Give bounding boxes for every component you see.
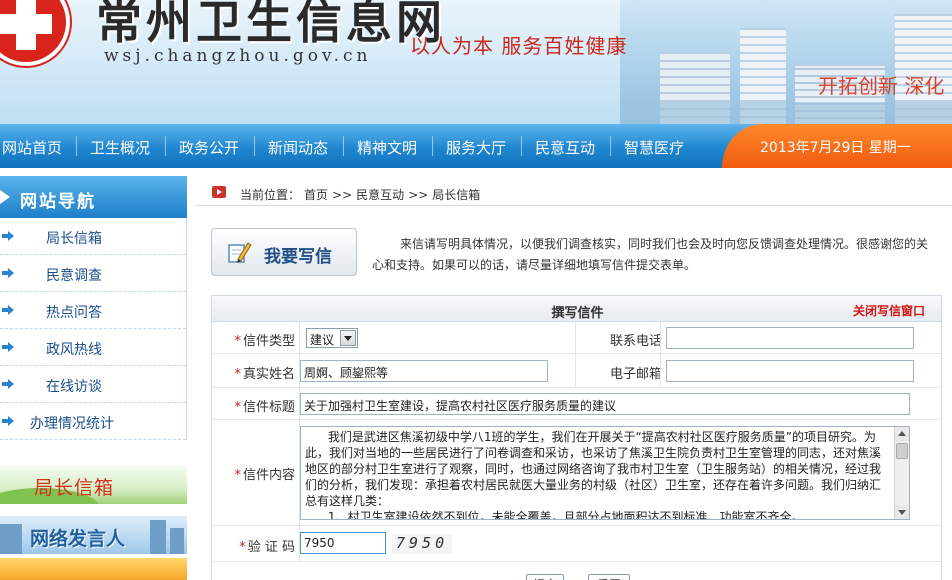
- intro-text: 来信请写明具体情况，以便我们调查核实，同时我们也会及时向您反馈调查处理情况。很感…: [372, 237, 929, 272]
- textarea-scrollbar[interactable]: [894, 427, 909, 519]
- name-label: 真实姓名: [242, 367, 295, 382]
- spokesperson-promo-banner[interactable]: 网络发言人: [0, 516, 187, 554]
- nav-item-service-hall[interactable]: 服务大厅: [446, 137, 506, 158]
- breadcrumb-item-mailbox[interactable]: 局长信箱: [432, 188, 480, 202]
- breadcrumb-item-interaction[interactable]: 民意互动: [356, 188, 404, 202]
- nav-item-civilization[interactable]: 精神文明: [357, 137, 417, 158]
- form-row-actions: 提交 重置: [212, 562, 941, 580]
- form-row-content: * 信件内容 我们是武进区焦溪初级中学八1班的学生，我们在开展关于“提高农村社区医…: [212, 420, 941, 526]
- sidebar-item-statistics[interactable]: 办理情况统计: [0, 403, 186, 440]
- arrow-bullet-icon: [2, 342, 14, 352]
- breadcrumb-separator: >>: [332, 188, 353, 202]
- sidebar-item-label: 在线访谈: [46, 379, 102, 395]
- arrow-bullet-icon: [2, 268, 14, 278]
- write-letter-label: 我要写信: [264, 247, 332, 267]
- letter-form: 撰写信件 关闭写信窗口 * 信件类型 建议 联系电话 * 真实姓名 周婀、顾鋆熙等 …: [211, 295, 942, 580]
- arrow-bullet-icon: [2, 379, 14, 389]
- red-cross-logo-icon: [0, 0, 70, 66]
- site-slogan-secondary: 开拓创新 深化: [818, 74, 945, 98]
- sidebar-item-label: 局长信箱: [46, 231, 102, 247]
- content-text: 我们是武进区焦溪初级中学八1班的学生，我们在开展关于“提高农村社区医疗服务质量”…: [305, 430, 882, 520]
- promo-banner-partial[interactable]: [0, 558, 187, 580]
- nav-item-smart-medical[interactable]: 智慧医疗: [624, 137, 684, 158]
- sidebar-item-label: 民意调查: [46, 268, 102, 284]
- email-label: 电子邮箱: [610, 367, 663, 382]
- breadcrumb-separator: >>: [408, 188, 429, 202]
- sidebar-item-faq[interactable]: 热点问答: [0, 292, 186, 329]
- form-title: 撰写信件: [551, 306, 604, 321]
- promo-label: 局长信箱: [34, 477, 115, 499]
- required-mark: *: [234, 400, 241, 415]
- mailbox-promo-banner[interactable]: 局长信箱: [0, 466, 187, 504]
- content-textarea[interactable]: 我们是武进区焦溪初级中学八1班的学生，我们在开展关于“提高农村社区医疗服务质量”…: [300, 426, 910, 520]
- site-banner: 常州卫生信息网 wsj.changzhou.gov.cn 以人为本 服务百姓健康…: [0, 0, 952, 124]
- required-mark: *: [239, 540, 246, 555]
- type-label: 信件类型: [242, 334, 295, 349]
- subject-input[interactable]: 关于加强村卫生室建设，提高农村社区医疗服务质量的建议: [300, 393, 910, 415]
- sidebar-item-mailbox[interactable]: 局长信箱: [0, 218, 186, 255]
- captcha-input[interactable]: 7950: [300, 532, 386, 554]
- real-name-input[interactable]: 周婀、顾鋆熙等: [300, 360, 548, 382]
- scroll-thumb[interactable]: [896, 443, 908, 459]
- nav-item-news[interactable]: 新闻动态: [268, 137, 328, 158]
- city-skyline-image: [620, 0, 952, 124]
- site-domain: wsj.changzhou.gov.cn: [104, 46, 372, 66]
- nav-item-overview[interactable]: 卫生概况: [90, 137, 150, 158]
- subject-label: 信件标题: [242, 400, 295, 415]
- nav-item-gov-affairs[interactable]: 政务公开: [179, 137, 239, 158]
- phone-input[interactable]: [666, 327, 914, 349]
- form-row-name: * 真实姓名 周婀、顾鋆熙等 电子邮箱: [212, 354, 941, 388]
- form-row-subject: * 信件标题 关于加强村卫生室建设，提高农村社区医疗服务质量的建议: [212, 388, 941, 420]
- required-mark: *: [234, 334, 241, 349]
- write-letter-button[interactable]: 我要写信: [211, 228, 357, 276]
- sidebar-list: 局长信箱 民意调查 热点问答 政风热线 在线访谈 办理情况统计: [0, 218, 187, 440]
- site-slogan: 以人为本 服务百姓健康: [410, 34, 628, 58]
- arrow-bullet-icon: [2, 231, 14, 241]
- scroll-up-icon[interactable]: [895, 427, 909, 441]
- sidebar-item-hotline[interactable]: 政风热线: [0, 329, 186, 366]
- sidebar-item-interview[interactable]: 在线访谈: [0, 366, 186, 403]
- nav-item-public-interaction[interactable]: 民意互动: [535, 137, 595, 158]
- scroll-down-icon[interactable]: [895, 505, 909, 519]
- letter-type-value: 建议: [310, 333, 335, 347]
- required-mark: *: [234, 468, 241, 483]
- arrow-bullet-icon: [2, 305, 14, 315]
- arrow-right-icon: [0, 190, 10, 204]
- sidebar-item-survey[interactable]: 民意调查: [0, 255, 186, 292]
- sidebar-item-label: 政风热线: [46, 342, 102, 358]
- breadcrumb-item-home[interactable]: 首页: [304, 188, 328, 202]
- site-title: 常州卫生信息网: [96, 0, 446, 49]
- captcha-image[interactable]: 7950: [392, 534, 452, 554]
- breadcrumb-prefix: 当前位置：: [240, 188, 301, 202]
- captcha-label: 验 证 码: [247, 540, 295, 555]
- arrow-bullet-icon: [2, 416, 14, 426]
- phone-label: 联系电话: [610, 334, 663, 349]
- breadcrumb: 当前位置： 首页 >> 民意互动 >> 局长信箱: [196, 180, 952, 206]
- required-mark: *: [234, 367, 241, 382]
- chevron-down-icon: [340, 330, 356, 346]
- email-input[interactable]: [666, 360, 914, 382]
- content-label: 信件内容: [242, 468, 295, 483]
- main-content: 当前位置： 首页 >> 民意互动 >> 局长信箱 我要写信 来信请写明具体情况，以便我们调…: [196, 176, 952, 580]
- sidebar: 网站导航 局长信箱 民意调查 热点问答 政风热线 在线访谈 办理情况统计 局长信…: [0, 176, 187, 580]
- form-row-captcha: * 验 证 码 7950 7950: [212, 526, 941, 562]
- sidebar-header: 网站导航: [0, 176, 187, 218]
- nav-item-home[interactable]: 网站首页: [2, 137, 62, 158]
- date-display: 2013年7月29日 星期一: [722, 124, 952, 168]
- reset-button[interactable]: 重置: [588, 574, 630, 580]
- close-form-link[interactable]: 关闭写信窗口: [853, 302, 925, 319]
- sidebar-item-label: 热点问答: [46, 305, 102, 321]
- promo-label: 网络发言人: [30, 528, 126, 550]
- form-row-type: * 信件类型 建议 联系电话: [212, 322, 941, 354]
- location-arrow-icon: [212, 186, 226, 198]
- current-date: 2013年7月29日 星期一: [760, 140, 911, 156]
- submit-button[interactable]: 提交: [526, 574, 564, 580]
- sidebar-title: 网站导航: [20, 192, 96, 212]
- letter-type-select[interactable]: 建议: [306, 328, 358, 348]
- pen-paper-icon: [228, 242, 252, 263]
- sidebar-item-label: 办理情况统计: [30, 416, 114, 432]
- form-header: 撰写信件 关闭写信窗口: [212, 296, 941, 322]
